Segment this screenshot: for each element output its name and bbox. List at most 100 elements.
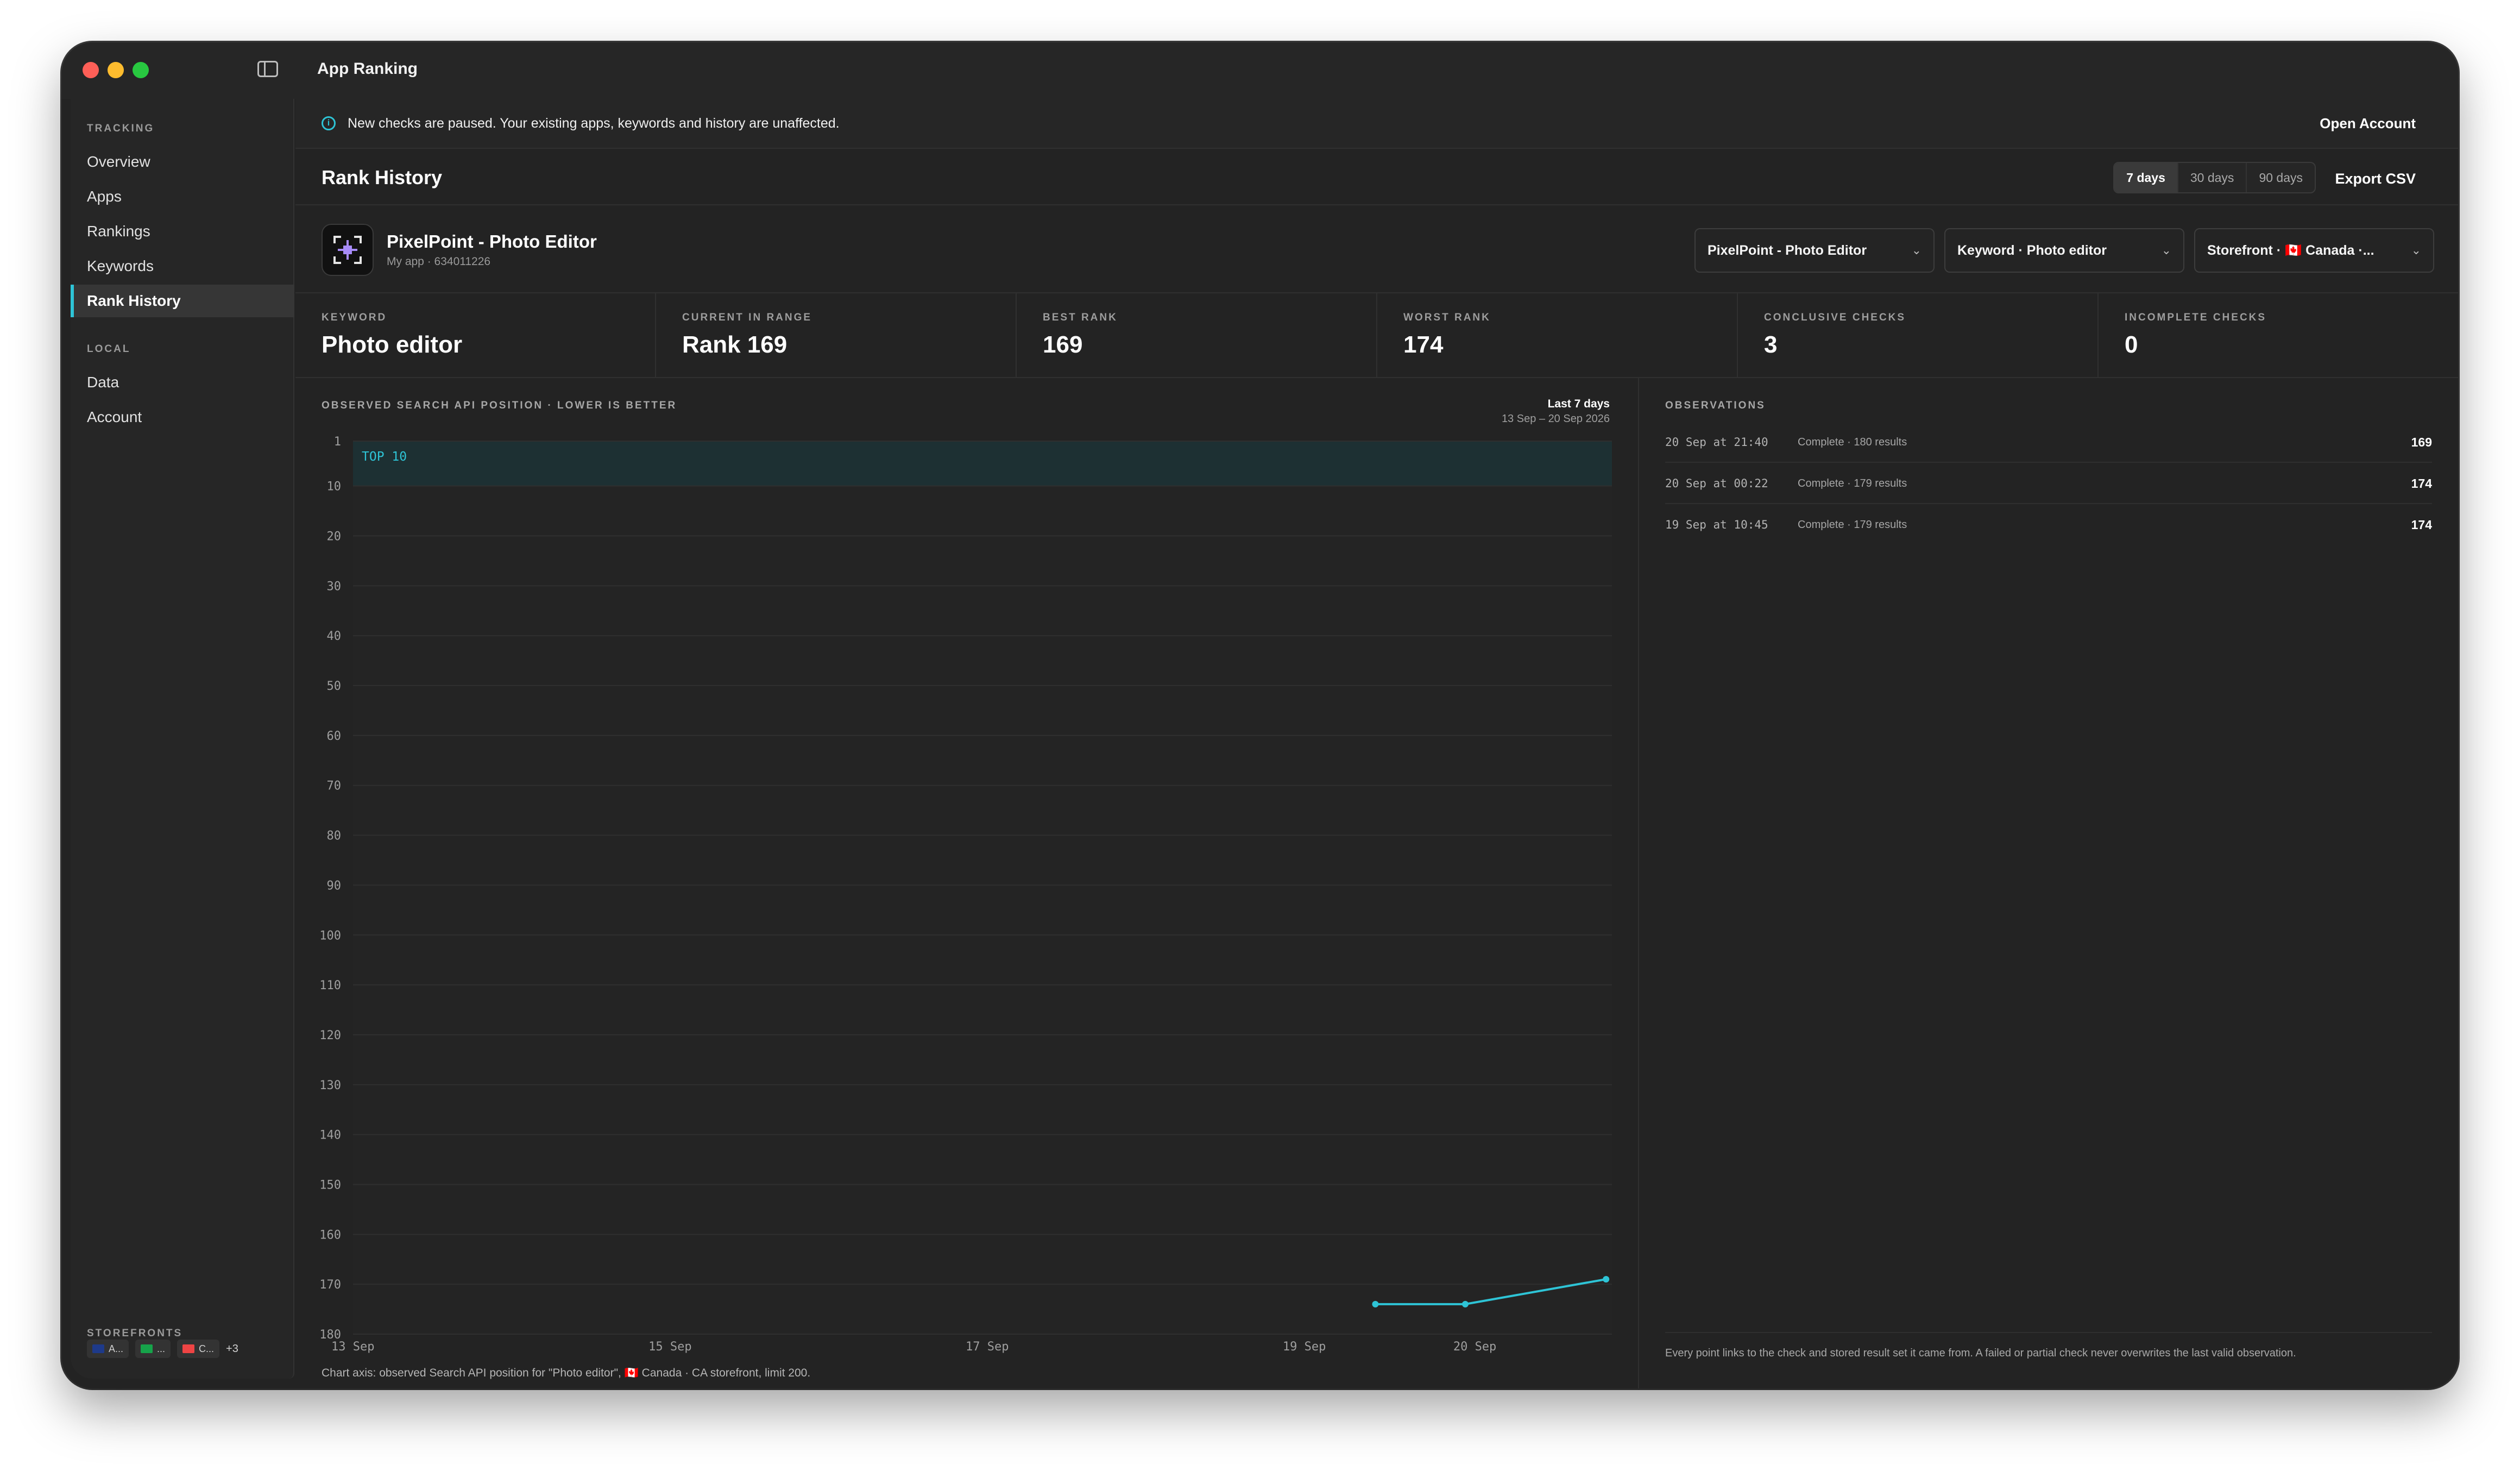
x-tick-label: 13 Sep: [331, 1340, 374, 1354]
sidebar: TRACKING Overview Apps Rankings Keywords…: [71, 99, 294, 1379]
chevron-down-icon: ⌄: [1911, 243, 1922, 257]
x-tick-label: 17 Sep: [966, 1340, 1009, 1354]
stat-value: Rank 169: [682, 331, 788, 358]
stat-best-rank: BEST RANK 169: [1017, 293, 1377, 377]
close-window-button[interactable]: [83, 62, 99, 78]
y-tick-label: 90: [327, 879, 342, 892]
paused-banner: i New checks are paused. Your existing a…: [295, 99, 2458, 149]
sidebar-toggle-icon[interactable]: [257, 61, 278, 77]
minimize-window-button[interactable]: [108, 62, 124, 78]
sidebar-item-rankings[interactable]: Rankings: [71, 215, 294, 248]
app-selector-row: PixelPoint - Photo Editor My app · 63401…: [295, 205, 2458, 293]
storefront-chips: A... ... C... +3: [87, 1340, 238, 1358]
chart-panel: OBSERVED SEARCH API POSITION · LOWER IS …: [295, 378, 1639, 1388]
chevron-down-icon: ⌄: [2161, 243, 2171, 257]
observation-status: Complete · 179 results: [1798, 519, 1907, 531]
stat-label: INCOMPLETE CHECKS: [2125, 312, 2267, 323]
info-icon: i: [322, 116, 336, 130]
stat-incomplete-checks: INCOMPLETE CHECKS 0: [2099, 293, 2458, 377]
storefront-dropdown[interactable]: Storefront · 🇨🇦 Canada ·... ⌄: [2194, 228, 2434, 273]
observations-title: OBSERVATIONS: [1665, 400, 1766, 411]
sidebar-item-overview[interactable]: Overview: [71, 146, 294, 178]
stats-row: KEYWORD Photo editor CURRENT IN RANGE Rank…: [295, 293, 2458, 378]
range-90-days-button[interactable]: 90 days: [2247, 163, 2315, 192]
rank-history-chart: TOP 101102030405060708090100110120130140…: [319, 435, 1612, 1354]
chart-footnote: Chart axis: observed Search API position…: [322, 1367, 811, 1379]
app-dropdown[interactable]: PixelPoint - Photo Editor ⌄: [1694, 228, 1935, 273]
range-30-days-button[interactable]: 30 days: [2178, 163, 2247, 192]
page-header: Rank History 7 days 30 days 90 days Expo…: [295, 149, 2458, 205]
sidebar-item-account[interactable]: Account: [71, 401, 294, 433]
keyword-dropdown[interactable]: Keyword · Photo editor ⌄: [1944, 228, 2184, 273]
window-title: App Ranking: [317, 60, 418, 78]
page-title: Rank History: [322, 166, 443, 188]
x-tick-label: 20 Sep: [1453, 1340, 1496, 1354]
range-7-days-button[interactable]: 7 days: [2114, 163, 2178, 192]
storefront-chip[interactable]: C...: [177, 1340, 220, 1358]
y-tick-label: 60: [327, 730, 342, 743]
rank-data-point: [1372, 1300, 1379, 1307]
observation-row[interactable]: 20 Sep at 00:22 Complete · 179 results 1…: [1665, 463, 2432, 504]
storefront-chip-label: A...: [109, 1343, 124, 1354]
app-subtitle: My app · 634011226: [387, 255, 491, 268]
observation-status: Complete · 180 results: [1798, 436, 1907, 448]
main-content: i New checks are paused. Your existing a…: [295, 99, 2458, 1388]
y-tick-label: 150: [319, 1178, 341, 1192]
storefront-chip-label: ...: [157, 1343, 166, 1354]
x-tick-label: 15 Sep: [648, 1340, 691, 1354]
y-tick-label: 1: [334, 435, 341, 449]
y-tick-label: 170: [319, 1278, 341, 1292]
top-10-band-label: TOP 10: [362, 450, 407, 464]
stat-worst-rank: WORST RANK 174: [1377, 293, 1738, 377]
sidebar-section-tracking: TRACKING: [87, 123, 155, 134]
y-tick-label: 110: [319, 979, 341, 992]
observations-panel: OBSERVATIONS 20 Sep at 21:40 Complete · …: [1639, 378, 2458, 1388]
sidebar-item-keywords[interactable]: Keywords: [71, 250, 294, 282]
y-tick-label: 30: [327, 580, 342, 593]
observation-row[interactable]: 20 Sep at 21:40 Complete · 180 results 1…: [1665, 422, 2432, 463]
stat-value: Photo editor: [322, 331, 463, 358]
observation-date: 19 Sep at 10:45: [1665, 518, 1768, 531]
stat-label: WORST RANK: [1403, 312, 1491, 323]
observations-note: Every point links to the check and store…: [1665, 1332, 2432, 1361]
app-dropdown-value: PixelPoint - Photo Editor: [1708, 243, 1867, 258]
open-account-button[interactable]: Open Account: [2320, 115, 2416, 132]
storefronts-more-count[interactable]: +3: [226, 1343, 238, 1355]
export-csv-button[interactable]: Export CSV: [2335, 171, 2416, 187]
storefront-chip[interactable]: A...: [87, 1340, 129, 1358]
y-tick-label: 70: [327, 779, 342, 793]
sidebar-item-apps[interactable]: Apps: [71, 180, 294, 213]
brazil-flag-icon: [141, 1344, 153, 1353]
app-name: PixelPoint - Photo Editor: [387, 231, 597, 252]
y-tick-label: 160: [319, 1228, 341, 1242]
stat-current-rank: CURRENT IN RANGE Rank 169: [656, 293, 1017, 377]
y-tick-label: 40: [327, 630, 342, 643]
y-tick-label: 120: [319, 1029, 341, 1042]
y-tick-label: 130: [319, 1079, 341, 1092]
sidebar-section-storefronts: STOREFRONTS: [87, 1328, 183, 1339]
top-10-band: [353, 441, 1612, 486]
keyword-dropdown-value: Keyword · Photo editor: [1957, 243, 2107, 258]
storefront-chip[interactable]: ...: [135, 1340, 171, 1358]
chevron-down-icon: ⌄: [2411, 243, 2421, 257]
y-tick-label: 20: [327, 530, 342, 544]
stat-label: KEYWORD: [322, 312, 387, 323]
sidebar-item-rank-history[interactable]: Rank History: [71, 285, 294, 317]
sidebar-item-data[interactable]: Data: [71, 366, 294, 399]
observation-status: Complete · 179 results: [1798, 477, 1907, 489]
y-tick-label: 140: [319, 1129, 341, 1142]
stat-value: 3: [1764, 331, 1778, 358]
observation-rank: 169: [2411, 435, 2432, 449]
stat-value: 0: [2125, 331, 2138, 358]
zoom-window-button[interactable]: [133, 62, 149, 78]
banner-message: New checks are paused. Your existing app…: [348, 116, 840, 131]
rank-data-point: [1603, 1275, 1610, 1283]
observation-row[interactable]: 19 Sep at 10:45 Complete · 179 results 1…: [1665, 504, 2432, 545]
y-tick-label: 100: [319, 929, 341, 942]
range-segmented-control: 7 days 30 days 90 days: [2113, 162, 2316, 193]
stat-keyword: KEYWORD Photo editor: [295, 293, 656, 377]
storefront-dropdown-value: Storefront · 🇨🇦 Canada ·...: [2207, 243, 2374, 258]
stat-value: 174: [1403, 331, 1444, 358]
app-icon: [322, 224, 374, 276]
observation-date: 20 Sep at 00:22: [1665, 477, 1768, 490]
